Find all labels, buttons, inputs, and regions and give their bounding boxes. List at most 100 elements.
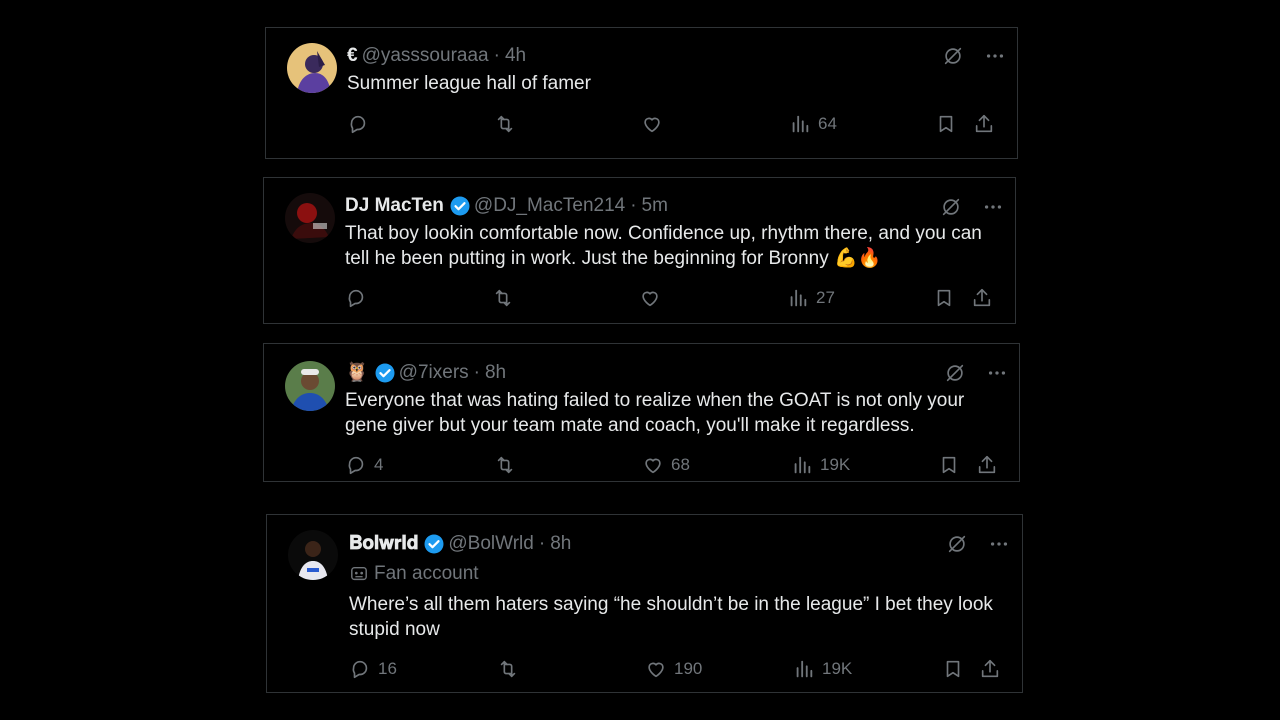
reply-count: 4	[374, 455, 384, 474]
fan-account-label: Fan account	[374, 563, 479, 584]
repost-button[interactable]	[492, 287, 521, 309]
views-icon	[794, 456, 811, 474]
more-icon[interactable]	[984, 45, 1006, 67]
views-button[interactable]: 27	[787, 287, 835, 309]
bookmark-button[interactable]	[942, 658, 964, 680]
reply-icon	[352, 660, 368, 679]
views-button[interactable]: 64	[789, 113, 837, 135]
bookmark-button[interactable]	[933, 287, 955, 309]
tweet-card[interactable]: 𝐁𝐨𝐥𝐰𝐫𝐥𝐝 @BolWrld · 8h Fan account Where’…	[266, 514, 1023, 693]
tweet-card[interactable]: 🦉 @7ixers · 8h Everyone that was hating …	[263, 343, 1020, 482]
tweet-actions: 64	[347, 113, 997, 137]
more-icon[interactable]	[982, 196, 1004, 218]
bookmark-icon	[946, 660, 960, 678]
like-button[interactable]	[639, 287, 668, 309]
tweet-actions: 27	[345, 287, 995, 311]
user-handle[interactable]: @BolWrld	[448, 532, 533, 556]
grok-icon[interactable]	[940, 196, 962, 218]
verified-badge-icon	[449, 196, 470, 216]
views-icon	[792, 115, 809, 133]
views-count: 19K	[820, 455, 851, 474]
reply-button[interactable]: 4	[345, 454, 383, 476]
avatar[interactable]	[288, 530, 338, 580]
views-count: 64	[818, 114, 837, 133]
share-icon	[975, 114, 993, 133]
views-count: 19K	[822, 659, 853, 678]
more-icon[interactable]	[988, 533, 1010, 555]
repost-icon	[497, 115, 513, 133]
fan-account-icon	[351, 566, 367, 581]
share-button[interactable]	[971, 287, 993, 309]
share-icon	[981, 659, 999, 678]
reply-button[interactable]	[345, 287, 374, 309]
tweet-text: Everyone that was hating failed to reali…	[345, 390, 965, 436]
tweet-text: Where’s all them haters saying “he shoul…	[349, 594, 993, 640]
bookmark-icon	[942, 456, 956, 474]
like-button[interactable]	[641, 113, 670, 135]
timestamp[interactable]: 8h	[485, 361, 506, 385]
display-name[interactable]: DJ MacTen	[345, 194, 444, 218]
tweet-text: Summer league hall of famer	[347, 73, 591, 94]
display-name[interactable]: 𝐁𝐨𝐥𝐰𝐫𝐥𝐝	[349, 532, 418, 556]
bookmark-button[interactable]	[935, 113, 957, 135]
display-name[interactable]: €	[347, 44, 358, 68]
bookmark-icon	[937, 289, 951, 307]
like-icon	[648, 662, 664, 678]
reply-button[interactable]: 16	[349, 658, 397, 680]
tweet-card[interactable]: € @yasssouraaa · 4h Summer league hall o…	[265, 27, 1018, 159]
like-button[interactable]: 68	[642, 454, 690, 476]
reply-icon	[348, 456, 364, 475]
repost-button[interactable]	[494, 454, 523, 476]
separator-dot: ·	[473, 362, 480, 383]
grok-icon[interactable]	[944, 362, 966, 384]
repost-icon	[495, 289, 511, 307]
more-icon[interactable]	[986, 362, 1008, 384]
bookmark-icon	[939, 115, 953, 133]
repost-icon	[497, 456, 513, 474]
separator-dot: ·	[538, 533, 546, 554]
user-handle[interactable]: @DJ_MacTen214	[474, 194, 625, 218]
verified-badge-icon	[424, 534, 445, 554]
separator-dot: ·	[493, 45, 500, 66]
reply-icon	[348, 289, 364, 308]
timestamp[interactable]: 5m	[642, 194, 668, 218]
like-count: 190	[674, 659, 703, 678]
like-icon	[642, 291, 658, 307]
grok-icon[interactable]	[946, 533, 968, 555]
views-button[interactable]: 19K	[793, 658, 852, 680]
share-button[interactable]	[976, 454, 998, 476]
avatar[interactable]	[285, 361, 335, 411]
timestamp[interactable]: 4h	[505, 44, 526, 68]
like-count: 68	[671, 455, 690, 474]
avatar[interactable]	[285, 193, 335, 243]
share-button[interactable]	[979, 658, 1001, 680]
reply-count: 16	[378, 659, 397, 678]
like-icon	[645, 458, 661, 474]
views-icon	[790, 289, 807, 307]
bookmark-button[interactable]	[938, 454, 960, 476]
display-name[interactable]: 🦉	[345, 361, 369, 385]
avatar[interactable]	[287, 43, 337, 93]
repost-icon	[500, 660, 516, 678]
views-icon	[796, 660, 813, 678]
user-handle[interactable]: @yasssouraaa	[362, 44, 489, 68]
tweet-actions: 16 190 19K	[349, 658, 1004, 682]
like-button[interactable]: 190	[645, 658, 702, 680]
share-button[interactable]	[973, 113, 995, 135]
tweet-actions: 4 68 19K	[345, 454, 1000, 478]
views-count: 27	[816, 288, 835, 307]
share-icon	[978, 455, 996, 474]
user-handle[interactable]: @7ixers	[399, 361, 469, 385]
separator-dot: ·	[630, 195, 637, 216]
tweet-text: That boy lookin comfortable now. Confide…	[345, 223, 982, 269]
timestamp[interactable]: 8h	[550, 532, 571, 556]
tweet-card[interactable]: DJ MacTen @DJ_MacTen214 · 5m That boy lo…	[263, 177, 1016, 324]
views-button[interactable]: 19K	[791, 454, 850, 476]
reply-button[interactable]	[347, 113, 376, 135]
share-icon	[973, 288, 991, 307]
grok-icon[interactable]	[942, 45, 964, 67]
repost-button[interactable]	[497, 658, 526, 680]
repost-button[interactable]	[494, 113, 523, 135]
reply-icon	[350, 115, 366, 134]
verified-badge-icon	[374, 363, 395, 383]
